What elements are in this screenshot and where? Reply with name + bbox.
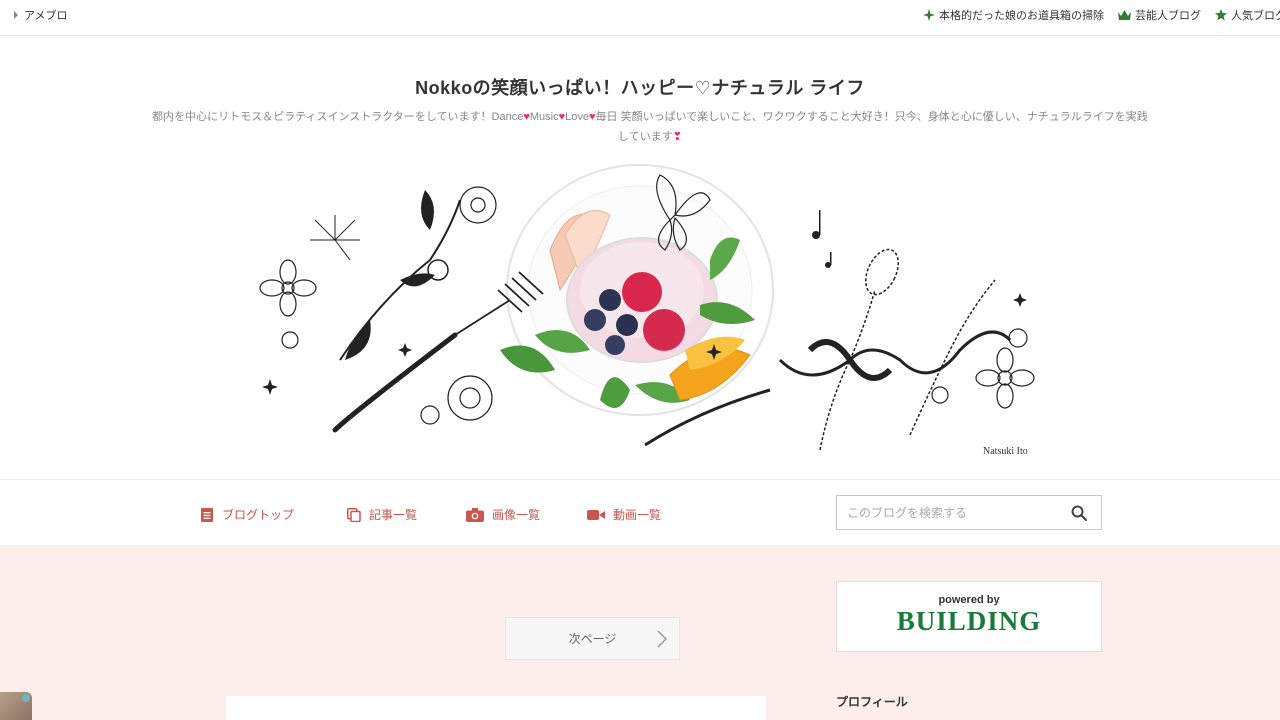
header-link-trending[interactable]: 本格的だった娘のお道具箱の掃除 xyxy=(923,7,1104,23)
nav-video-list[interactable]: 動画一覧 xyxy=(587,506,661,523)
blog-search-box xyxy=(836,495,1102,530)
profile-heading: プロフィール xyxy=(836,695,908,709)
nav-article-list-label: 記事一覧 xyxy=(369,508,418,522)
nav-image-list[interactable]: 画像一覧 xyxy=(466,506,540,523)
blog-nav: ブログトップ 記事一覧 画像一覧 動画一覧 xyxy=(0,479,1280,545)
header-link-popular-label: 人気ブログ xyxy=(1231,10,1280,22)
header-link-celebrity[interactable]: 芸能人ブログ xyxy=(1118,7,1201,23)
nav-video-list-label: 動画一覧 xyxy=(613,508,662,522)
nav-blog-top-label: ブログトップ xyxy=(222,508,295,522)
camera-icon xyxy=(466,507,484,522)
blog-search-input[interactable] xyxy=(837,496,1057,529)
search-icon[interactable] xyxy=(1071,505,1087,521)
global-header: アメブロ 本格的だった娘のお道具箱の掃除 芸能人ブログ 人気ブログ xyxy=(0,0,1280,36)
chevron-right-icon xyxy=(657,630,667,648)
nav-article-list[interactable]: 記事一覧 xyxy=(347,506,417,523)
ameblo-link[interactable]: アメブロ xyxy=(14,7,67,23)
copy-icon xyxy=(347,507,361,522)
nav-blog-top[interactable]: ブログトップ xyxy=(200,506,294,523)
article-card xyxy=(226,696,766,720)
next-page-button[interactable]: 次ページ xyxy=(505,617,680,660)
header-link-celebrity-label: 芸能人ブログ xyxy=(1135,10,1201,22)
illustrator-signature: Natsuki Ito xyxy=(983,446,1028,457)
header-link-popular[interactable]: 人気ブログ xyxy=(1215,7,1280,23)
blog-header-image[interactable] xyxy=(250,160,1050,472)
header-links: 本格的だった娘のお道具箱の掃除 芸能人ブログ 人気ブログ xyxy=(923,7,1280,23)
blog-title[interactable]: Nokkoの笑顔いっぱい！ハッピー♡ナチュラル ライフ xyxy=(0,74,1280,100)
powered-by-label: powered by xyxy=(938,594,1000,606)
document-icon xyxy=(201,507,213,522)
star-icon xyxy=(1215,9,1227,21)
description-part-3: Love xyxy=(565,111,589,123)
sparkle-icon xyxy=(923,9,935,21)
nav-image-list-label: 画像一覧 xyxy=(492,508,541,522)
caret-right-icon xyxy=(14,11,18,19)
ameblo-label: アメブロ xyxy=(24,10,68,22)
blog-description: 都内を中心にリトモス＆ピラティスインストラクターをしています！Dance♥Mus… xyxy=(150,107,1150,147)
next-page-label: 次ページ xyxy=(568,632,617,646)
floating-thumbnail[interactable] xyxy=(0,692,32,720)
main-content: 次ページ powered by BUILDING プロフィール xyxy=(0,545,1280,720)
video-icon xyxy=(587,509,605,520)
crown-icon xyxy=(1118,9,1131,20)
building-banner[interactable]: powered by BUILDING xyxy=(836,581,1102,652)
description-part-2: Music xyxy=(529,111,559,123)
exclamation-heart-icon: ❣ xyxy=(672,131,682,143)
building-logo: BUILDING xyxy=(896,606,1042,636)
description-part-1: 都内を中心にリトモス＆ピラティスインストラクターをしています！Dance xyxy=(152,111,524,123)
header-link-trending-label: 本格的だった娘のお道具箱の掃除 xyxy=(939,10,1104,22)
